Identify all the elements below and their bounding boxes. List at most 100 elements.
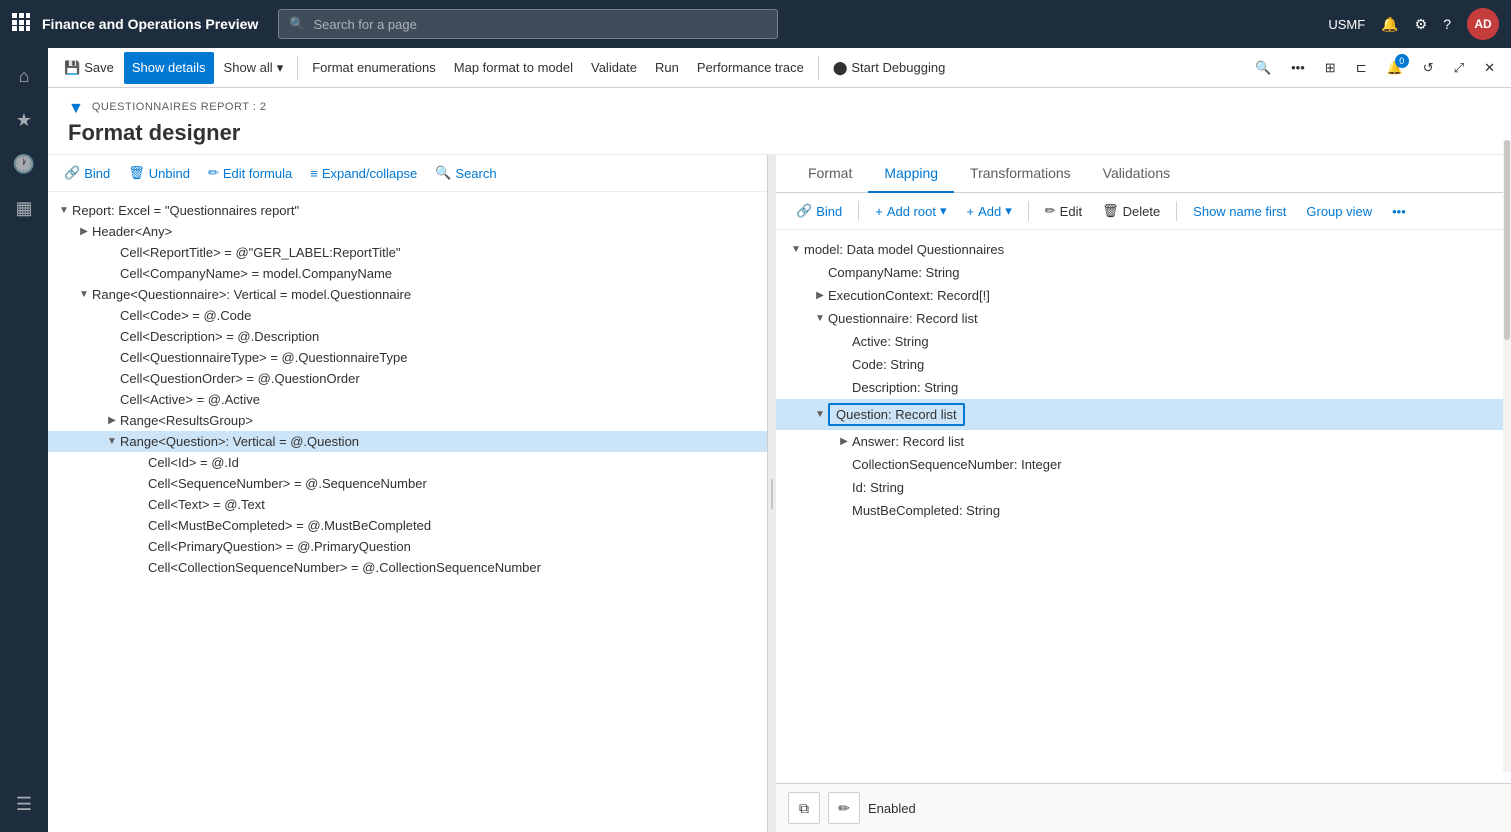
tree-label: Cell<Text> = @.Text	[148, 497, 767, 512]
copy-button[interactable]: ⧉	[788, 792, 820, 824]
more-options-button[interactable]: •••	[1283, 52, 1313, 84]
grid-icon-button[interactable]: ⊞	[1317, 52, 1344, 84]
model-item[interactable]: ▶ Answer: Record list	[776, 430, 1511, 453]
tree-item[interactable]: Cell<SequenceNumber> = @.SequenceNumber	[48, 473, 767, 494]
plus-icon: +	[967, 204, 975, 219]
tree-item-selected[interactable]: ▼ Range<Question>: Vertical = @.Question	[48, 431, 767, 452]
user-avatar[interactable]: AD	[1467, 8, 1499, 40]
breadcrumb: QUESTIONNAIRES REPORT : 2	[92, 101, 267, 113]
tree-item[interactable]: Cell<CollectionSequenceNumber> = @.Colle…	[48, 557, 767, 578]
tree-item[interactable]: Cell<QuestionOrder> = @.QuestionOrder	[48, 368, 767, 389]
sidebar-icon-workspaces[interactable]: ▦	[4, 188, 44, 228]
close-button[interactable]: ✕	[1476, 52, 1503, 84]
sidebar-icon-home[interactable]: ⌂	[4, 56, 44, 96]
edit-bottom-icon: ✏	[838, 800, 850, 817]
search-toolbar-button[interactable]: 🔍	[1247, 52, 1279, 84]
sidebar-icon-menu[interactable]: ☰	[4, 784, 44, 824]
run-button[interactable]: Run	[647, 52, 687, 84]
edit-right-button[interactable]: ✏ Edit	[1037, 199, 1090, 223]
model-label: Active: String	[852, 334, 929, 349]
format-enumerations-button[interactable]: Format enumerations	[304, 52, 444, 84]
main-toolbar: 💾 Save Show details Show all ▾ Format en…	[48, 48, 1511, 88]
start-debugging-button[interactable]: ⬤ Start Debugging	[825, 52, 954, 84]
tree-item[interactable]: Cell<Active> = @.Active	[48, 389, 767, 410]
model-item[interactable]: ▼ Questionnaire: Record list	[776, 307, 1511, 330]
scrollbar-thumb	[1504, 155, 1510, 340]
expand-button[interactable]: ⤢	[1446, 52, 1472, 84]
show-details-button[interactable]: Show details	[124, 52, 214, 84]
tree-item[interactable]: Cell<PrimaryQuestion> = @.PrimaryQuestio…	[48, 536, 767, 557]
edit-bottom-button[interactable]: ✏	[828, 792, 860, 824]
tree-item[interactable]: Cell<MustBeCompleted> = @.MustBeComplete…	[48, 515, 767, 536]
unbind-button[interactable]: 🗑 Unbind	[120, 161, 198, 185]
trash-icon: 🗑	[128, 165, 145, 181]
edit-formula-button[interactable]: ✏ Edit formula	[200, 161, 300, 185]
add-button[interactable]: + Add ▾	[959, 199, 1020, 223]
model-item[interactable]: Code: String	[776, 353, 1511, 376]
model-item[interactable]: CollectionSequenceNumber: Integer	[776, 453, 1511, 476]
save-button[interactable]: 💾 Save	[56, 52, 122, 84]
model-item[interactable]: Active: String	[776, 330, 1511, 353]
tree-item[interactable]: ▼ Report: Excel = "Questionnaires report…	[48, 200, 767, 221]
right-scrollbar[interactable]	[1503, 155, 1511, 772]
expand-collapse-button[interactable]: ≡ Expand/collapse	[302, 162, 425, 185]
right-tabs: Format Mapping Transformations Validatio…	[776, 155, 1511, 193]
bookmark-icon-button[interactable]: ⊏	[1348, 52, 1375, 84]
help-icon[interactable]: ?	[1443, 16, 1451, 32]
panel-divider[interactable]	[768, 155, 776, 832]
performance-trace-button[interactable]: Performance trace	[689, 52, 812, 84]
app-grid-icon[interactable]	[12, 13, 30, 36]
delete-button[interactable]: 🗑 Delete	[1094, 199, 1168, 223]
sidebar-icon-recent[interactable]: 🕐	[4, 144, 44, 184]
model-label: ExecutionContext: Record[!]	[828, 288, 990, 303]
more-right-button[interactable]: •••	[1384, 200, 1414, 223]
model-label: CompanyName: String	[828, 265, 960, 280]
model-label: Code: String	[852, 357, 924, 372]
tree-item[interactable]: Cell<Text> = @.Text	[48, 494, 767, 515]
model-item[interactable]: MustBeCompleted: String	[776, 499, 1511, 522]
tab-transformations[interactable]: Transformations	[954, 155, 1087, 193]
tree-label: Cell<Description> = @.Description	[120, 329, 767, 344]
right-panel: Format Mapping Transformations Validatio…	[776, 155, 1511, 832]
tree-label: Cell<QuestionnaireType> = @.Questionnair…	[120, 350, 767, 365]
tree-item[interactable]: ▼ Range<Questionnaire>: Vertical = model…	[48, 284, 767, 305]
show-all-button[interactable]: Show all ▾	[216, 52, 292, 84]
tree-item[interactable]: ▶ Range<ResultsGroup>	[48, 410, 767, 431]
group-view-button[interactable]: Group view	[1298, 200, 1380, 223]
model-item[interactable]: Description: String	[776, 376, 1511, 399]
show-name-first-button[interactable]: Show name first	[1185, 200, 1294, 223]
global-search-bar[interactable]: 🔍 Search for a page	[278, 9, 778, 39]
badge-button[interactable]: 🔔 0	[1379, 52, 1411, 84]
validate-button[interactable]: Validate	[583, 52, 645, 84]
add-root-button[interactable]: + Add root ▾	[867, 199, 954, 223]
bind-right-button[interactable]: 🔗 Bind	[788, 199, 850, 223]
tree-label: Cell<CollectionSequenceNumber> = @.Colle…	[148, 560, 767, 575]
tree-item[interactable]: Cell<Id> = @.Id	[48, 452, 767, 473]
filter-icon[interactable]: ▼	[68, 100, 84, 118]
tab-mapping[interactable]: Mapping	[868, 155, 954, 193]
model-item-selected[interactable]: ▼ Question: Record list	[776, 399, 1511, 430]
tree-item[interactable]: Cell<ReportTitle> = @"GER_LABEL:ReportTi…	[48, 242, 767, 263]
model-item[interactable]: CompanyName: String	[776, 261, 1511, 284]
model-item[interactable]: ▼ model: Data model Questionnaires	[776, 238, 1511, 261]
map-format-to-model-button[interactable]: Map format to model	[446, 52, 581, 84]
tree-item[interactable]: Cell<Code> = @.Code	[48, 305, 767, 326]
tree-toggle: ▼	[104, 436, 120, 447]
search-left-button[interactable]: 🔍 Search	[427, 161, 504, 185]
sidebar-icon-favorites[interactable]: ★	[4, 100, 44, 140]
notification-icon[interactable]: 🔔	[1381, 16, 1398, 33]
tree-item[interactable]: ▶ Header<Any>	[48, 221, 767, 242]
model-item[interactable]: ▶ ExecutionContext: Record[!]	[776, 284, 1511, 307]
model-item[interactable]: Id: String	[776, 476, 1511, 499]
bind-left-button[interactable]: 🔗 Bind	[56, 161, 118, 185]
debug-icon: ⬤	[833, 60, 848, 76]
tab-validations[interactable]: Validations	[1087, 155, 1186, 193]
tab-format[interactable]: Format	[792, 155, 868, 193]
tree-item[interactable]: Cell<Description> = @.Description	[48, 326, 767, 347]
refresh-button[interactable]: ↺	[1415, 52, 1442, 84]
model-label: MustBeCompleted: String	[852, 503, 1000, 518]
settings-icon[interactable]: ⚙	[1415, 16, 1428, 33]
model-toggle: ▶	[812, 290, 828, 301]
tree-item[interactable]: Cell<QuestionnaireType> = @.Questionnair…	[48, 347, 767, 368]
tree-item[interactable]: Cell<CompanyName> = model.CompanyName	[48, 263, 767, 284]
